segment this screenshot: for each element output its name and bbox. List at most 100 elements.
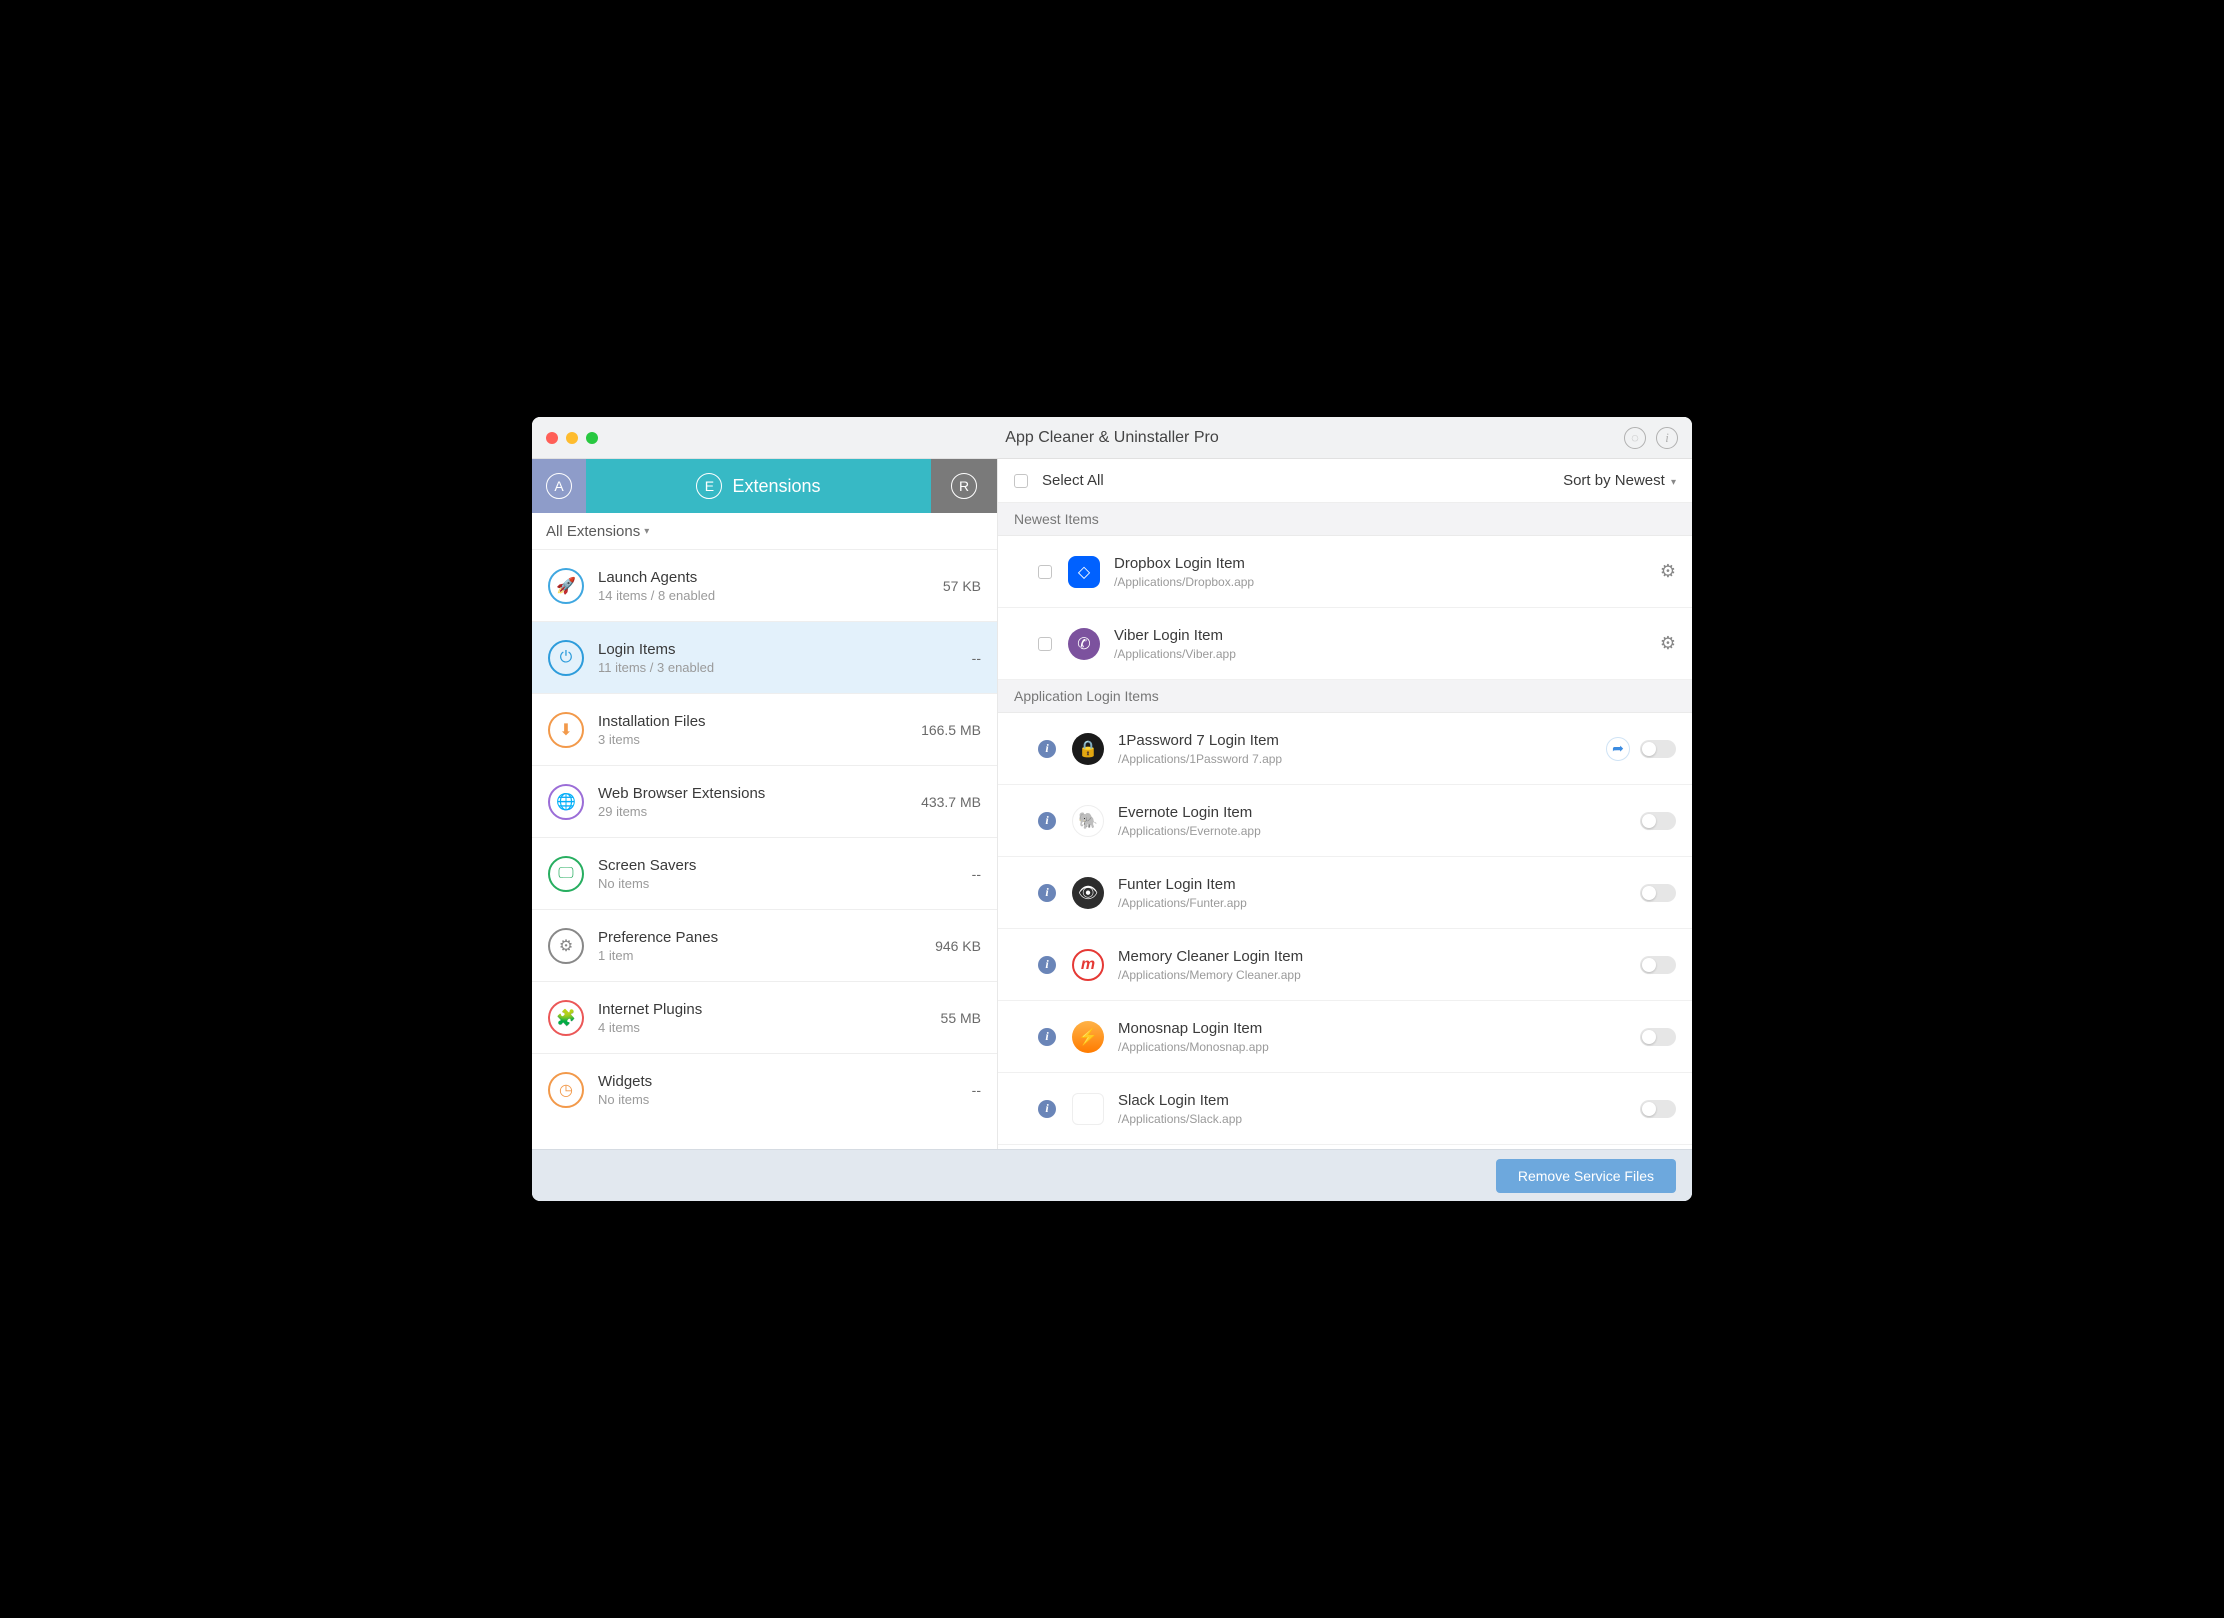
- category-title: Preference Panes: [598, 929, 935, 946]
- info-badge-icon[interactable]: i: [1038, 1028, 1056, 1046]
- category-subtitle: 29 items: [598, 804, 921, 819]
- gear-icon[interactable]: ⚙: [1660, 633, 1676, 654]
- category-icon: 🌐: [548, 784, 584, 820]
- login-item-row[interactable]: i⚡Monosnap Login Item/Applications/Monos…: [998, 1001, 1692, 1073]
- app-icon: m: [1072, 949, 1104, 981]
- tab-applications[interactable]: A: [532, 459, 586, 513]
- item-path: /Applications/Viber.app: [1114, 647, 1660, 661]
- extensions-icon: E: [696, 473, 722, 499]
- enable-toggle[interactable]: [1640, 1100, 1676, 1118]
- footer: Remove Service Files: [532, 1149, 1692, 1201]
- category-row[interactable]: ⚙Preference Panes1 item946 KB: [532, 909, 997, 981]
- item-checkbox[interactable]: [1038, 637, 1052, 651]
- category-text: Internet Plugins4 items: [598, 1001, 941, 1035]
- select-all-label: Select All: [1042, 472, 1563, 489]
- item-title: Monosnap Login Item: [1118, 1020, 1640, 1037]
- chevron-down-icon: ▾: [1671, 477, 1676, 488]
- minimize-window-button[interactable]: [566, 432, 578, 444]
- sidebar: A E Extensions R All Extensions ▾ 🚀 Launc…: [532, 459, 998, 1149]
- category-title: Internet Plugins: [598, 1001, 941, 1018]
- items-toolbar: Select All Sort by Newest ▾: [998, 459, 1692, 503]
- login-item-row[interactable]: i🔒1Password 7 Login Item/Applications/1P…: [998, 713, 1692, 785]
- app-icon: ✆: [1068, 628, 1100, 660]
- enable-toggle[interactable]: [1640, 740, 1676, 758]
- share-icon[interactable]: ➦: [1606, 737, 1630, 761]
- enable-toggle[interactable]: [1640, 956, 1676, 974]
- category-size: 57 KB: [943, 578, 981, 594]
- app-icon: 🐘: [1072, 805, 1104, 837]
- category-icon: 🧩: [548, 1000, 584, 1036]
- main-tabs: A E Extensions R: [532, 459, 997, 513]
- app-icon: 👁: [1072, 877, 1104, 909]
- item-text: Memory Cleaner Login Item/Applications/M…: [1118, 948, 1640, 982]
- item-title: Viber Login Item: [1114, 627, 1660, 644]
- app-icon: ⚡: [1072, 1021, 1104, 1053]
- window-title: App Cleaner & Uninstaller Pro: [1005, 429, 1218, 447]
- category-text: WidgetsNo items: [598, 1073, 972, 1107]
- applications-icon: A: [546, 473, 572, 499]
- enable-toggle[interactable]: [1640, 812, 1676, 830]
- category-row[interactable]: 🌐Web Browser Extensions29 items433.7 MB: [532, 765, 997, 837]
- category-subtitle: 3 items: [598, 732, 921, 747]
- category-row[interactable]: 🖵Screen SaversNo items--: [532, 837, 997, 909]
- item-text: Funter Login Item/Applications/Funter.ap…: [1118, 876, 1640, 910]
- item-text: Slack Login Item/Applications/Slack.app: [1118, 1092, 1640, 1126]
- category-icon: 🖵: [548, 856, 584, 892]
- select-all-checkbox[interactable]: [1014, 474, 1028, 488]
- item-path: /Applications/Funter.app: [1118, 896, 1640, 910]
- filter-dropdown[interactable]: All Extensions ▾: [532, 513, 997, 549]
- item-title: Evernote Login Item: [1118, 804, 1640, 821]
- category-row[interactable]: ◷WidgetsNo items--: [532, 1053, 997, 1125]
- category-icon: 🚀: [548, 568, 584, 604]
- item-title: Slack Login Item: [1118, 1092, 1640, 1109]
- category-icon: ◷: [548, 1072, 584, 1108]
- login-item-row[interactable]: i 👁 Funter Login Item/Applications/Funter.…: [998, 857, 1692, 929]
- remove-service-files-button[interactable]: Remove Service Files: [1496, 1159, 1676, 1193]
- info-icon[interactable]: i: [1656, 427, 1678, 449]
- tab-extensions[interactable]: E Extensions: [586, 459, 931, 513]
- category-title: Screen Savers: [598, 857, 972, 874]
- category-subtitle: No items: [598, 1092, 972, 1107]
- category-size: --: [972, 650, 981, 666]
- app-icon: ◇: [1068, 556, 1100, 588]
- item-title: Funter Login Item: [1118, 876, 1640, 893]
- info-badge-icon[interactable]: i: [1038, 740, 1056, 758]
- section-header-app-login: Application Login Items: [998, 680, 1692, 713]
- remains-icon: R: [951, 473, 977, 499]
- login-item-row[interactable]: i#Slack Login Item/Applications/Slack.ap…: [998, 1073, 1692, 1145]
- close-window-button[interactable]: [546, 432, 558, 444]
- info-badge-icon[interactable]: i: [1038, 1100, 1056, 1118]
- enable-toggle[interactable]: [1640, 1028, 1676, 1046]
- login-item-row[interactable]: ✆ Viber Login Item/Applications/Viber.app…: [998, 608, 1692, 680]
- category-size: 166.5 MB: [921, 722, 981, 738]
- info-badge-icon[interactable]: i: [1038, 884, 1056, 902]
- category-row[interactable]: ⬇Installation Files3 items166.5 MB: [532, 693, 997, 765]
- category-title: Login Items: [598, 641, 972, 658]
- traffic-lights: [546, 432, 598, 444]
- item-checkbox[interactable]: [1038, 565, 1052, 579]
- zoom-window-button[interactable]: [586, 432, 598, 444]
- gear-icon[interactable]: ⚙: [1660, 561, 1676, 582]
- category-list: 🚀 Launch Agents14 items / 8 enabled57 KB ⏻…: [532, 549, 997, 1149]
- info-badge-icon[interactable]: i: [1038, 812, 1056, 830]
- sort-dropdown[interactable]: Sort by Newest ▾: [1563, 472, 1676, 489]
- tab-remains[interactable]: R: [931, 459, 997, 513]
- filter-label: All Extensions: [546, 523, 640, 540]
- category-row[interactable]: 🧩Internet Plugins4 items55 MB: [532, 981, 997, 1053]
- category-text: Launch Agents14 items / 8 enabled: [598, 569, 943, 603]
- enable-toggle[interactable]: [1640, 884, 1676, 902]
- info-badge-icon[interactable]: i: [1038, 956, 1056, 974]
- items-list: Newest Items ◇Dropbox Login Item/Applica…: [998, 503, 1692, 1149]
- section-header-newest: Newest Items: [998, 503, 1692, 536]
- category-text: Web Browser Extensions29 items: [598, 785, 921, 819]
- login-item-row[interactable]: im Memory Cleaner Login Item/Applications…: [998, 929, 1692, 1001]
- category-text: Screen SaversNo items: [598, 857, 972, 891]
- feedback-icon[interactable]: ◌: [1624, 427, 1646, 449]
- item-text: Evernote Login Item/Applications/Evernot…: [1118, 804, 1640, 838]
- item-path: /Applications/1Password 7.app: [1118, 752, 1606, 766]
- login-item-row[interactable]: i 🐘 Evernote Login Item/Applications/Evern…: [998, 785, 1692, 857]
- login-item-row[interactable]: ◇Dropbox Login Item/Applications/Dropbox…: [998, 536, 1692, 608]
- category-row[interactable]: ⏻Login Items11 items / 3 enabled--: [532, 621, 997, 693]
- category-row[interactable]: 🚀 Launch Agents14 items / 8 enabled57 KB: [532, 549, 997, 621]
- category-icon: ⚙: [548, 928, 584, 964]
